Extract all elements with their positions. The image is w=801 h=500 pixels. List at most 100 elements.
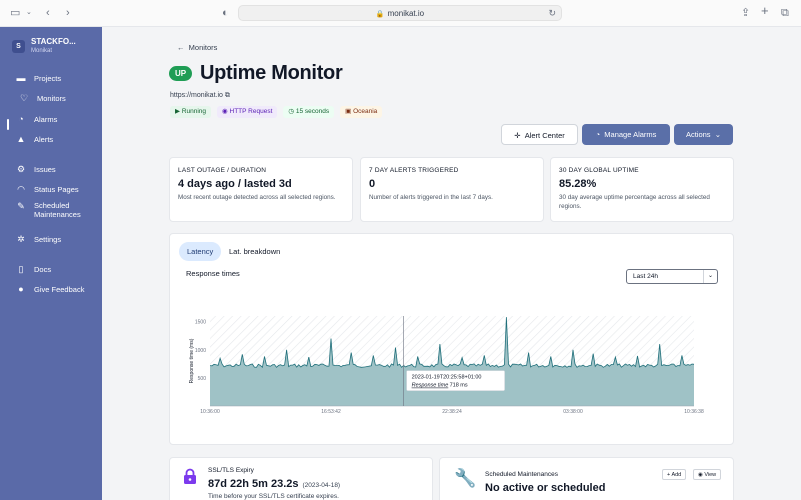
tooltip-time: 2023-01-19T20:25:58+01:00 <box>412 375 482 381</box>
new-tab-icon[interactable]: + <box>761 4 769 18</box>
view-maintenance-button[interactable]: ◉ View <box>693 469 722 480</box>
status-badge: UP <box>169 66 193 81</box>
stat-card-last-outage: LAST OUTAGE / DURATION 4 days ago / last… <box>169 157 353 222</box>
maintenance-label: Scheduled Maintenances <box>485 471 558 478</box>
sidebar-item-label: Status Pages <box>34 185 79 194</box>
address-bar[interactable]: 🔒 monikat.io ↻ <box>238 5 562 21</box>
x-tick-label: 16:53:42 <box>321 409 341 415</box>
lock-icon: 🔒 <box>375 11 385 18</box>
add-maintenance-button[interactable]: + Add <box>662 469 687 480</box>
share-icon[interactable]: ⇪ <box>741 6 750 20</box>
wrench-icon: 🔧 <box>454 468 477 488</box>
gear-icon: ✲ <box>17 234 25 244</box>
sidebar-item-alerts[interactable]: ▲ Alerts <box>15 134 54 145</box>
tabs-overview-icon[interactable]: ⧉ <box>781 6 789 20</box>
scheduled-maintenances-card: 🔧 Scheduled Maintenances No active or sc… <box>439 457 734 500</box>
sidebar-item-label: Scheduled Maintenances <box>34 201 81 219</box>
view-label: View <box>704 472 717 478</box>
wrench-icon: ✎ <box>17 201 25 211</box>
x-tick-label: 22:38:24 <box>442 409 462 415</box>
project-switcher[interactable]: S STACKFO... Monikat <box>12 37 76 55</box>
brand-name: STACKFO... <box>31 37 76 46</box>
alert-center-label: Alert Center <box>524 131 565 140</box>
bell-icon: ▲ <box>16 134 26 144</box>
tag-interval-label: 15 seconds <box>295 108 330 115</box>
sidebar-item-status-pages[interactable]: ◠ Status Pages <box>15 184 79 195</box>
ssl-expiry-date: (2023-04-18) <box>302 482 341 489</box>
tag-running-label: Running <box>181 108 207 115</box>
ssl-expiry-card: SSL/TLS Expiry 87d 22h 5m 23.2s (2023-04-… <box>169 457 433 500</box>
sidebar-item-give-feedback[interactable]: ● Give Feedback <box>15 284 85 295</box>
response-time-card: Latency Lat. breakdown Response times La… <box>169 233 734 445</box>
lock-icon <box>184 468 196 484</box>
sidebar-item-projects[interactable]: ▬ Projects <box>15 73 62 84</box>
sidebar-item-scheduled-maintenances[interactable]: ✎ Scheduled Maintenances <box>15 201 90 219</box>
forward-arrow-icon[interactable]: › <box>66 6 70 20</box>
tag-running: ▶ Running <box>170 106 212 118</box>
x-tick-label: 03:38:00 <box>563 409 583 415</box>
y-tick-label: 500 <box>198 376 207 382</box>
chat-icon: ● <box>18 284 24 294</box>
alert-center-button[interactable]: ✛ Alert Center <box>501 124 578 145</box>
external-link-icon: ⧉ <box>224 92 230 99</box>
main-content: ← Monitors UP Uptime Monitor https://mon… <box>102 27 801 500</box>
sidebar-item-label: Projects <box>34 74 62 83</box>
stat-description: Most recent outage detected across all s… <box>178 194 336 201</box>
shield-icon[interactable]: ◐ <box>222 6 229 20</box>
sidebar-item-alarms[interactable]: ◔ Alarms <box>15 115 58 125</box>
tag-http-request: ◉ HTTP Request <box>217 106 278 118</box>
brand-logo: S <box>12 39 25 53</box>
stat-value: 85.28% <box>559 178 597 190</box>
heartbeat-icon: ♡ <box>19 93 29 103</box>
x-tick-label: 10:36:38 <box>684 409 704 415</box>
stat-card-uptime: 30 DAY GLOBAL UPTIME 85.28% 30 day avera… <box>550 157 734 222</box>
chevron-down-icon: ⌄ <box>714 130 722 139</box>
back-link-label: Monitors <box>188 43 218 52</box>
y-tick-label: 1000 <box>195 348 206 354</box>
ssl-value: 87d 22h 5m 23.2s (2023-04-18) <box>208 478 340 490</box>
monitor-url-text: https://monikat.io <box>170 92 223 99</box>
sidebar-item-monitors[interactable]: ♡ Monitors <box>18 93 66 104</box>
crosshair-icon: ✛ <box>514 131 521 140</box>
book-icon: ▯ <box>18 264 24 274</box>
sidebar-item-label: Issues <box>34 165 56 174</box>
tag-http-request-label: HTTP Request <box>229 108 273 115</box>
sidebar-item-settings[interactable]: ✲ Settings <box>15 234 61 245</box>
sidebar-item-label: Give Feedback <box>34 285 85 294</box>
actions-label: Actions <box>685 130 711 139</box>
sidebar-item-docs[interactable]: ▯ Docs <box>15 264 52 275</box>
chevron-down-icon[interactable]: ⌄ <box>26 6 32 20</box>
actions-dropdown-button[interactable]: Actions ⌄ <box>674 124 733 145</box>
sidebar-toggle-icon[interactable]: ▭ <box>10 6 20 20</box>
alarm-icon: ◔ <box>595 130 601 139</box>
monitor-url[interactable]: https://monikat.io ⧉ <box>170 92 230 100</box>
address-text: monikat.io <box>387 9 425 18</box>
stat-value: 4 days ago / lasted 3d <box>178 178 292 190</box>
manage-alarms-button[interactable]: ◔ Manage Alarms <box>582 124 670 145</box>
page-title: Uptime Monitor <box>200 62 343 84</box>
tooltip-value: 718 ms <box>450 383 468 389</box>
sidebar-item-label: Alerts <box>34 135 54 144</box>
ssl-label: SSL/TLS Expiry <box>208 467 254 474</box>
stat-label: LAST OUTAGE / DURATION <box>178 167 267 174</box>
sidebar-item-label: Alarms <box>34 115 58 124</box>
stat-description: Number of alerts triggered in the last 7… <box>369 194 493 201</box>
issues-icon: ⚙ <box>16 164 26 174</box>
rss-icon: ◠ <box>17 184 25 194</box>
back-link[interactable]: ← Monitors <box>177 43 217 52</box>
brand-subtitle: Monikat <box>31 48 53 54</box>
stat-label: 30 DAY GLOBAL UPTIME <box>559 167 639 174</box>
back-arrow-icon[interactable]: ‹ <box>46 6 50 20</box>
add-label: Add <box>671 472 682 478</box>
sidebar-item-label: Docs <box>34 265 52 274</box>
response-time-chart[interactable]: 1500 1000 500Response time (ms) 10:36:00 16:… <box>170 234 735 446</box>
monitor-tags: ▶ Running ◉ HTTP Request ◷ 15 seconds ▣ … <box>170 106 383 118</box>
active-indicator <box>7 119 9 130</box>
sidebar-item-issues[interactable]: ⚙ Issues <box>15 164 56 175</box>
ssl-description: Time before your SSL/TLS certificate exp… <box>208 493 339 500</box>
y-axis-label: Response time (ms) <box>189 338 195 383</box>
browser-toolbar: ▭ ⌄ ‹ › ◐ 🔒 monikat.io ↻ ⇪ + ⧉ <box>0 0 801 27</box>
folder-icon: ▬ <box>16 73 26 83</box>
reload-icon[interactable]: ↻ <box>548 6 556 21</box>
tag-region-label: Oceania <box>353 108 378 115</box>
